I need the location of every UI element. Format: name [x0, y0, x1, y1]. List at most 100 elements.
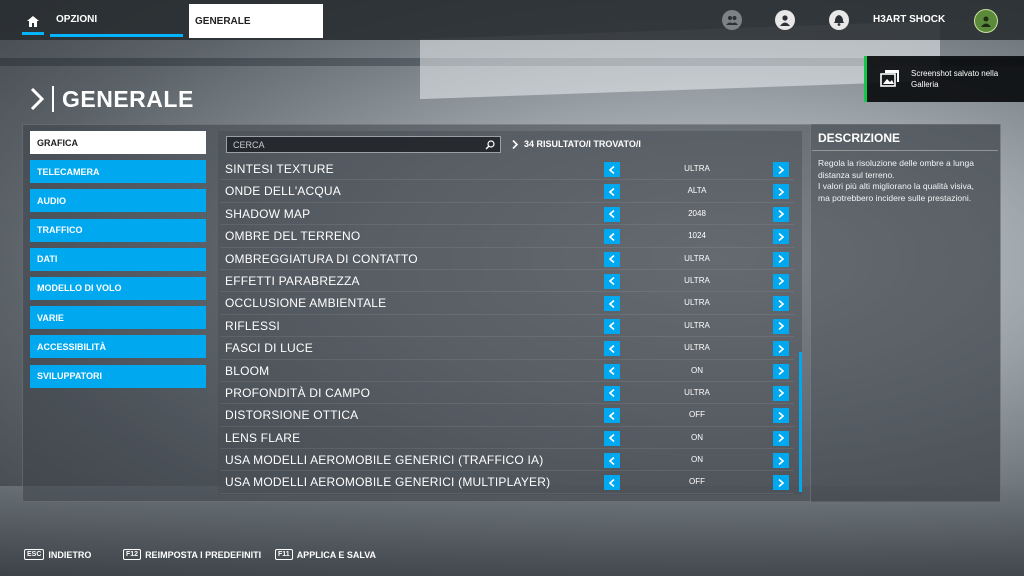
search-icon[interactable]: [483, 138, 497, 152]
setting-label: USA MODELLI AEROMOBILE GENERICI (MULTIPL…: [225, 475, 551, 490]
username[interactable]: H3ART SHOCK: [873, 14, 945, 25]
chevron-right-icon: [30, 87, 46, 111]
tab-opzioni[interactable]: OPZIONI: [50, 0, 183, 38]
decrease-arrow-button[interactable]: [604, 162, 620, 177]
chevron-right-icon: [778, 456, 784, 465]
setting-row[interactable]: OCCLUSIONE AMBIENTALE ULTRA: [220, 292, 794, 315]
tab-opzioni-label: OPZIONI: [56, 13, 98, 25]
search-input[interactable]: [227, 138, 483, 151]
search-box: [226, 136, 501, 153]
profile-button[interactable]: [775, 10, 795, 30]
increase-arrow-button[interactable]: [773, 385, 789, 401]
decrease-arrow-button[interactable]: [604, 363, 620, 379]
decrease-arrow-button[interactable]: [604, 273, 620, 289]
chevron-right-icon: [512, 139, 518, 149]
decrease-arrow-button[interactable]: [604, 318, 620, 334]
apply-save-button[interactable]: F11 APPLICA E SALVA: [275, 549, 376, 560]
chevron-right-icon: [778, 367, 784, 376]
setting-label: FASCI DI LUCE: [225, 341, 313, 356]
decrease-arrow-button[interactable]: [604, 453, 620, 469]
sidebar-item-grafica[interactable]: GRAFICA: [30, 131, 206, 154]
profile-icon: [780, 14, 790, 26]
sidebar-item-modello-di-volo[interactable]: MODELLO DI VOLO: [30, 276, 206, 300]
setting-label: OMBRE DEL TERRENO: [225, 229, 361, 244]
increase-arrow-button[interactable]: [773, 162, 789, 177]
chevron-right-icon: [778, 232, 784, 241]
setting-label: DISTORSIONE OTTICA: [225, 408, 359, 423]
increase-arrow-button[interactable]: [773, 475, 789, 491]
decrease-arrow-button[interactable]: [604, 206, 620, 222]
sidebar-item-sviluppatori[interactable]: SVILUPPATORI: [30, 364, 206, 388]
sidebar-item-accessibilita[interactable]: ACCESSIBILITÀ: [30, 335, 206, 359]
setting-row[interactable]: DISTORSIONE OTTICA OFF: [220, 404, 794, 427]
setting-row[interactable]: SHADOW MAP 2048: [220, 203, 794, 226]
tab-generale[interactable]: GENERALE: [189, 4, 323, 38]
increase-arrow-button[interactable]: [773, 206, 789, 222]
setting-label: OMBREGGIATURA DI CONTATTO: [225, 251, 418, 266]
increase-arrow-button[interactable]: [773, 184, 789, 200]
decrease-arrow-button[interactable]: [604, 296, 620, 312]
increase-arrow-button[interactable]: [773, 296, 789, 312]
chevron-left-icon: [609, 456, 615, 465]
increase-arrow-button[interactable]: [773, 341, 789, 357]
decrease-arrow-button[interactable]: [604, 408, 620, 424]
setting-value: ULTRA: [684, 387, 710, 397]
reset-defaults-button[interactable]: F12 REIMPOSTA I PREDEFINITI: [123, 549, 261, 560]
setting-row[interactable]: ONDE DELL'ACQUA ALTA: [220, 180, 794, 203]
setting-value: OFF: [689, 477, 705, 487]
increase-arrow-button[interactable]: [773, 363, 789, 379]
home-button[interactable]: [22, 6, 44, 36]
decrease-arrow-button[interactable]: [604, 341, 620, 357]
increase-arrow-button[interactable]: [773, 229, 789, 245]
avatar-icon[interactable]: [974, 9, 998, 33]
description-divider: [812, 150, 998, 151]
decrease-arrow-button[interactable]: [604, 251, 620, 267]
setting-row[interactable]: EFFETTI PARABREZZA ULTRA: [220, 270, 794, 293]
decrease-arrow-button[interactable]: [604, 475, 620, 491]
increase-arrow-button[interactable]: [773, 273, 789, 289]
chevron-right-icon: [778, 389, 784, 398]
setting-row[interactable]: USA MODELLI AEROMOBILE GENERICI (TRAFFIC…: [220, 449, 794, 472]
decrease-arrow-button[interactable]: [604, 229, 620, 245]
increase-arrow-button[interactable]: [773, 318, 789, 334]
chevron-left-icon: [609, 187, 615, 196]
setting-label: EFFETTI PARABREZZA: [225, 273, 360, 288]
home-icon: [27, 15, 39, 27]
friends-icon: [726, 16, 738, 25]
reset-label: REIMPOSTA I PREDEFINITI: [145, 549, 262, 560]
description-title: DESCRIZIONE: [818, 131, 901, 145]
setting-row[interactable]: FASCI DI LUCE ULTRA: [220, 337, 794, 360]
back-label: INDIETRO: [48, 549, 92, 560]
list-scrollbar[interactable]: [799, 352, 802, 492]
setting-label: USA MODELLI AEROMOBILE GENERICI (TRAFFIC…: [225, 453, 544, 468]
sidebar-item-varie[interactable]: VARIE: [30, 306, 206, 330]
sidebar-item-telecamera[interactable]: TELECAMERA: [30, 160, 206, 184]
friends-button[interactable]: [722, 10, 742, 30]
decrease-arrow-button[interactable]: [604, 430, 620, 446]
chevron-left-icon: [609, 232, 615, 241]
decrease-arrow-button[interactable]: [604, 385, 620, 401]
increase-arrow-button[interactable]: [773, 453, 789, 469]
sidebar-item-dati[interactable]: DATI: [30, 247, 206, 271]
decrease-arrow-button[interactable]: [604, 184, 620, 200]
settings-rows: SINTESI TEXTURE ULTRA ONDE DELL'ACQUA ALTA S…: [220, 158, 794, 494]
notifications-button[interactable]: [829, 10, 849, 30]
sidebar-item-traffico[interactable]: TRAFFICO: [30, 218, 206, 242]
sidebar-item-audio[interactable]: AUDIO: [30, 189, 206, 213]
back-button[interactable]: ESC INDIETRO: [24, 549, 91, 560]
setting-row[interactable]: PROFONDITÀ DI CAMPO ULTRA: [220, 382, 794, 405]
setting-row[interactable]: USA MODELLI AEROMOBILE GENERICI (MULTIPL…: [220, 471, 794, 494]
increase-arrow-button[interactable]: [773, 430, 789, 446]
setting-value: OFF: [689, 410, 705, 420]
setting-row[interactable]: OMBRE DEL TERRENO 1024: [220, 225, 794, 248]
increase-arrow-button[interactable]: [773, 251, 789, 267]
setting-value: ON: [691, 365, 703, 375]
setting-row[interactable]: SINTESI TEXTURE ULTRA: [220, 158, 794, 181]
chevron-left-icon: [609, 478, 615, 487]
setting-row[interactable]: LENS FLARE ON: [220, 427, 794, 450]
chevron-right-icon: [778, 411, 784, 420]
increase-arrow-button[interactable]: [773, 408, 789, 424]
setting-row[interactable]: RIFLESSI ULTRA: [220, 315, 794, 338]
setting-row[interactable]: OMBREGGIATURA DI CONTATTO ULTRA: [220, 248, 794, 270]
setting-row[interactable]: BLOOM ON: [220, 360, 794, 382]
